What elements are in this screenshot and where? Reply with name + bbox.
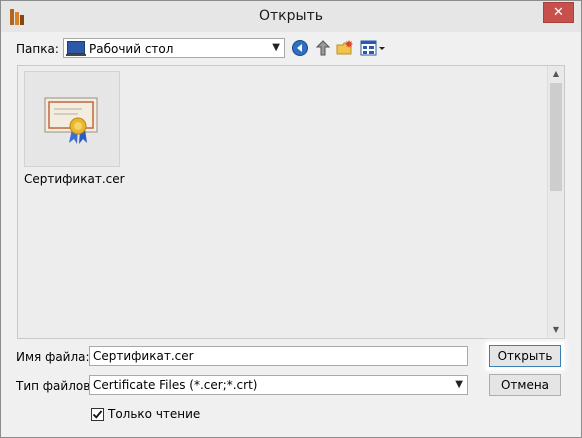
back-icon[interactable] bbox=[291, 39, 309, 57]
file-list[interactable]: Сертификат.cer ▲ ▼ bbox=[17, 65, 565, 339]
folder-label: Папка: bbox=[16, 42, 59, 56]
chevron-down-icon: ▼ bbox=[455, 379, 463, 390]
readonly-label[interactable]: Только чтение bbox=[108, 407, 200, 421]
file-name: Сертификат.cer bbox=[24, 172, 125, 186]
vertical-scrollbar[interactable]: ▲ ▼ bbox=[547, 66, 564, 338]
readonly-checkbox[interactable] bbox=[91, 408, 104, 421]
chevron-down-icon: ▼ bbox=[272, 42, 280, 53]
open-button[interactable]: Открыть bbox=[489, 345, 561, 367]
filename-input[interactable]: Сертификат.cer bbox=[89, 346, 468, 366]
file-item[interactable]: Сертификат.cer bbox=[24, 71, 125, 191]
scroll-down-icon[interactable]: ▼ bbox=[548, 322, 564, 338]
folder-combobox[interactable]: Рабочий стол ▼ bbox=[63, 38, 285, 58]
filetype-combobox[interactable]: Certificate Files (*.cer;*.crt) ▼ bbox=[89, 375, 468, 395]
new-folder-icon[interactable] bbox=[336, 39, 354, 57]
folder-value: Рабочий стол bbox=[89, 42, 174, 56]
cancel-button[interactable]: Отмена bbox=[489, 374, 561, 396]
scrollbar-thumb[interactable] bbox=[550, 83, 562, 191]
title-bar: Открыть ✕ bbox=[1, 1, 581, 32]
up-folder-icon[interactable] bbox=[314, 39, 332, 57]
filetype-label: Тип файлов: bbox=[16, 379, 95, 393]
dialog-content: Папка: Рабочий стол ▼ Сертификат.cer ▲ ▼… bbox=[8, 32, 574, 430]
filetype-value: Certificate Files (*.cer;*.crt) bbox=[93, 378, 258, 392]
checkmark-icon bbox=[92, 410, 103, 419]
open-dialog: Открыть ✕ Папка: Рабочий стол ▼ Сертифик… bbox=[0, 0, 582, 438]
filename-label: Имя файла: bbox=[16, 350, 90, 364]
close-button[interactable]: ✕ bbox=[543, 2, 574, 23]
view-menu-icon[interactable] bbox=[360, 39, 386, 57]
certificate-icon bbox=[44, 97, 98, 144]
scroll-up-icon[interactable]: ▲ bbox=[548, 66, 564, 82]
desktop-icon bbox=[66, 41, 86, 56]
window-title: Открыть bbox=[259, 8, 323, 24]
